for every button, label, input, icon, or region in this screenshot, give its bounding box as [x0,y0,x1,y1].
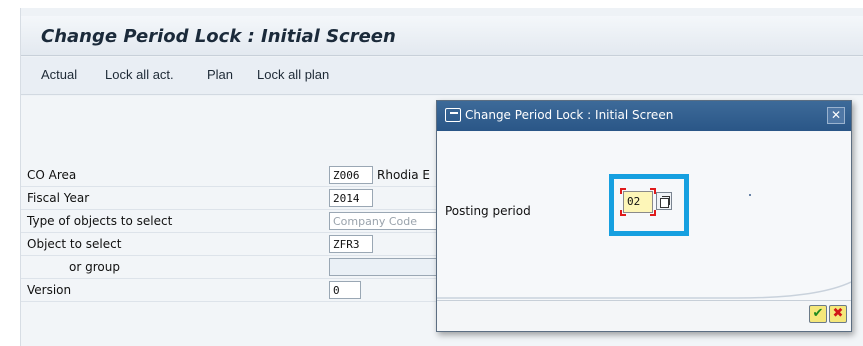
value-help-icon[interactable] [656,192,672,210]
toolbar-plan-button[interactable]: Plan [207,67,233,82]
object-to-select-label: Object to select [27,237,122,251]
co-area-label: CO Area [27,168,77,182]
form-row-object-type: Type of objects to select Company Code [21,210,441,233]
focus-corner [650,210,656,216]
version-input[interactable]: 0 [329,281,361,299]
co-area-description: Rhodia E [377,168,430,182]
object-type-label: Type of objects to select [27,214,173,228]
focus-corner [620,188,626,194]
form-row-object: Object to select ZFR3 [21,233,441,256]
toolbar-lock-all-actual-button[interactable]: Lock all act. [105,67,174,82]
version-label: Version [27,283,72,297]
dialog-header: Change Period Lock : Initial Screen ✕ [437,101,851,131]
cancel-button[interactable]: ✖ [829,305,847,323]
dialog-footer: ✔ ✖ [437,301,851,331]
or-group-label: or group [69,260,120,274]
title-bar: Change Period Lock : Initial Screen [21,16,863,56]
fiscal-year-label: Fiscal Year [27,191,90,205]
form-row-fiscal-year: Fiscal Year 2014 [21,187,441,210]
dialog-body: Posting period 02 [437,132,851,301]
posting-period-input[interactable]: 02 [623,191,653,213]
form-row-co-area: CO Area Z006 Rhodia E [21,164,441,187]
dialog-window-icon [445,108,461,122]
close-icon[interactable]: ✕ [827,107,845,124]
toolbar-actual-button[interactable]: Actual [41,67,77,82]
period-lock-dialog: Change Period Lock : Initial Screen ✕ Po… [436,100,852,332]
object-type-select[interactable]: Company Code [329,212,439,230]
posting-period-label: Posting period [445,204,531,218]
dialog-title: Change Period Lock : Initial Screen [465,108,674,122]
object-to-select-input[interactable]: ZFR3 [329,235,373,253]
decorative-dot [749,194,751,196]
page-title: Change Period Lock : Initial Screen [41,26,396,47]
focus-corner [620,210,626,216]
confirm-button[interactable]: ✔ [809,305,827,323]
co-area-input[interactable]: Z006 [329,166,373,184]
group-input[interactable] [329,258,439,276]
form-row-version: Version 0 [21,279,441,302]
fiscal-year-input[interactable]: 2014 [329,189,373,207]
application-toolbar: Actual Lock all act. Plan Lock all plan [21,57,863,95]
toolbar-lock-all-plan-button[interactable]: Lock all plan [257,67,329,82]
form-row-group: or group [21,256,441,279]
